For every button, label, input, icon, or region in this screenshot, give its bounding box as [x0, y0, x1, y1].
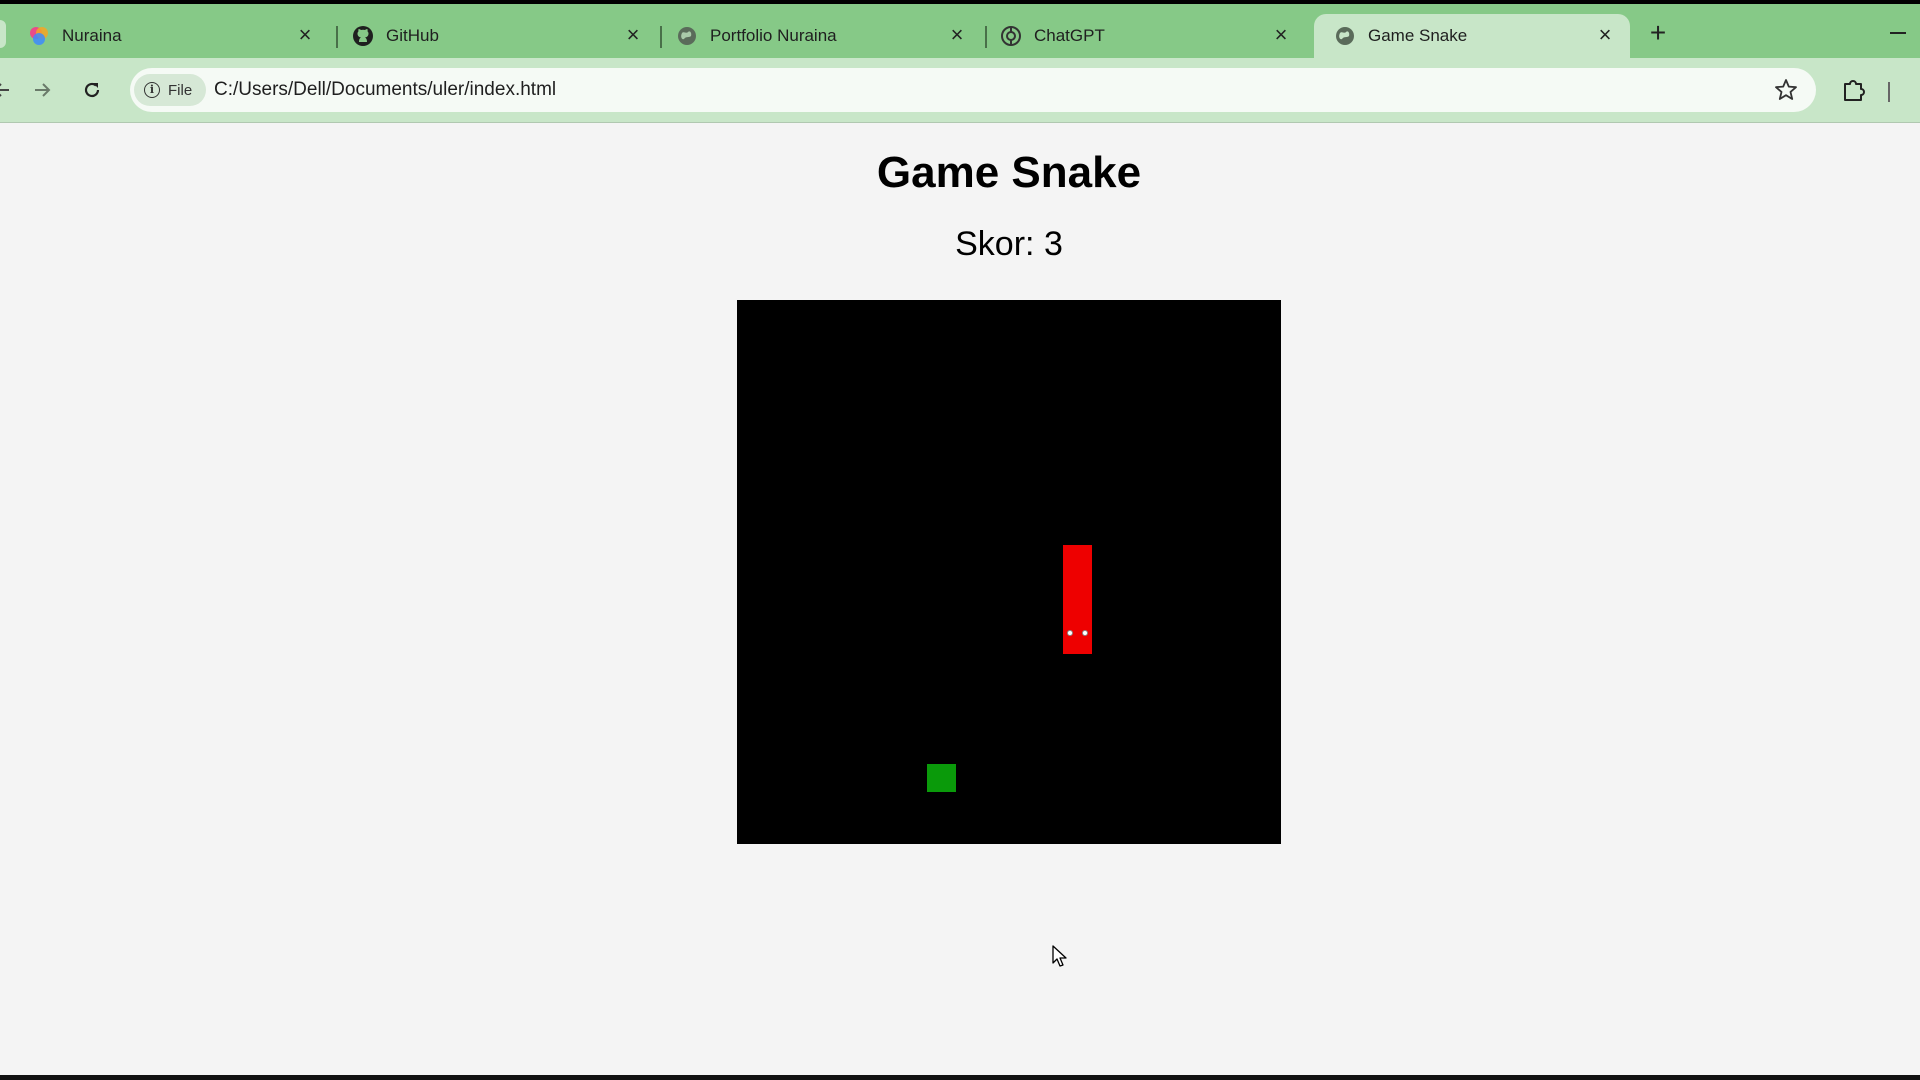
tab-label: Game Snake [1368, 26, 1468, 45]
tab-nuraina[interactable]: Nuraina × [8, 14, 330, 58]
reload-icon [84, 82, 100, 98]
score-label: Skor: [955, 225, 1035, 263]
tab-github[interactable]: GitHub × [332, 14, 658, 58]
close-icon[interactable]: × [1594, 24, 1616, 46]
globe-icon [1334, 25, 1356, 47]
toolbar-divider [1888, 82, 1890, 102]
window-bottom-edge [0, 1075, 1920, 1080]
globe-icon [676, 25, 698, 47]
mouse-cursor-icon [1052, 945, 1070, 969]
tab-label: ChatGPT [1034, 26, 1105, 45]
page-title: Game Snake [876, 148, 1142, 197]
chatgpt-icon [1000, 25, 1022, 47]
address-bar[interactable]: i File C:/Users/Dell/Documents/uler/inde… [130, 68, 1816, 112]
extensions-puzzle-icon[interactable] [1838, 74, 1870, 106]
browser-toolbar: i File C:/Users/Dell/Documents/uler/inde… [0, 58, 1920, 123]
tab-chatgpt[interactable]: ChatGPT × [980, 14, 1306, 58]
new-tab-button[interactable]: + [1644, 19, 1672, 48]
snake [1063, 545, 1092, 654]
food-item [927, 764, 956, 792]
site-chip-label: File [168, 81, 193, 99]
tab-label: Portfolio Nuraina [710, 26, 837, 45]
minimize-button[interactable] [1890, 32, 1906, 34]
back-arrow-icon [0, 83, 9, 97]
github-icon [352, 25, 374, 47]
snake-eye [1082, 630, 1088, 636]
tab-bar: Nuraina × GitHub × Portfolio Nuraina × C… [0, 4, 1920, 58]
tab-portfolio[interactable]: Portfolio Nuraina × [656, 14, 982, 58]
game-board[interactable] [737, 300, 1281, 844]
score-value: 3 [1043, 225, 1063, 263]
tab-game-snake[interactable]: Game Snake × [1314, 14, 1630, 58]
colorful-logo-icon [28, 25, 50, 47]
info-icon: i [144, 82, 160, 98]
close-icon[interactable]: × [946, 24, 968, 46]
reload-button[interactable] [76, 74, 108, 106]
snake-eye [1067, 630, 1073, 636]
back-button[interactable] [0, 74, 18, 106]
close-icon[interactable]: × [294, 24, 316, 46]
tab-label: GitHub [386, 26, 439, 45]
close-icon[interactable]: × [622, 24, 644, 46]
page-content: Game Snake Skor: 3 [0, 123, 1920, 1075]
forward-button[interactable] [26, 74, 58, 106]
url-text[interactable]: C:/Users/Dell/Documents/uler/index.html [214, 79, 556, 101]
tab-label: Nuraina [62, 26, 122, 45]
tab-edge [0, 20, 6, 48]
score-display: Skor: 3 [0, 225, 1920, 264]
close-icon[interactable]: × [1270, 24, 1292, 46]
site-info-chip[interactable]: i File [134, 74, 206, 106]
forward-arrow-icon [35, 83, 51, 97]
bookmark-star-icon[interactable] [1772, 76, 1800, 104]
